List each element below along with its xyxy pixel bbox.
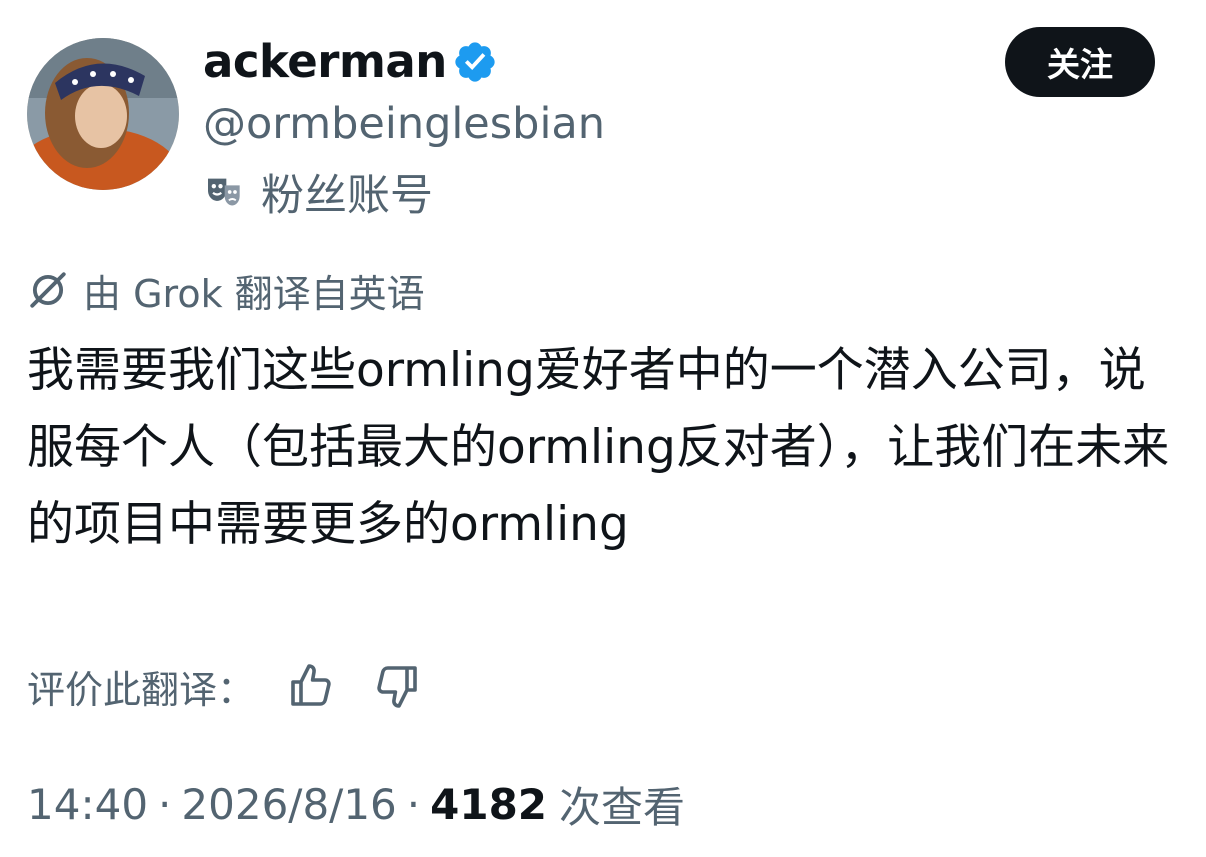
tweet-text: 我需要我们这些ormling爱好者中的一个潜入公司，说服每个人（包括最大的orm… xyxy=(27,343,1170,552)
display-name[interactable]: ackerman xyxy=(203,32,447,92)
views-label: 次查看 xyxy=(559,782,686,832)
rate-translation-label: 评价此翻译： xyxy=(27,667,256,712)
translation-label: 由 Grok 翻译自英语 xyxy=(83,271,425,316)
views-count: 4182 xyxy=(430,779,548,829)
tweet-meta: 14:40 · 2026/8/16 · 4182 次查看 xyxy=(27,774,685,834)
tweet-date[interactable]: 2026/8/16 xyxy=(181,780,396,829)
meta-separator: · xyxy=(406,779,421,829)
fan-account-badge: 粉丝账号 xyxy=(203,163,433,221)
user-handle[interactable]: @ormbeinglesbian xyxy=(203,95,605,153)
grok-icon xyxy=(30,272,66,308)
theater-mask-icon xyxy=(208,178,240,206)
tweet-time[interactable]: 14:40 xyxy=(27,780,148,829)
rate-translation: 评价此翻译： xyxy=(27,658,421,714)
meta-separator: · xyxy=(158,779,172,829)
fan-account-label: 粉丝账号 xyxy=(261,171,433,221)
thumbs-down-icon[interactable] xyxy=(373,662,421,710)
verified-badge-icon xyxy=(455,42,495,82)
avatar[interactable] xyxy=(27,38,179,190)
thumbs-up-icon[interactable] xyxy=(287,662,335,710)
translation-notice[interactable]: 由 Grok 翻译自英语 xyxy=(27,262,425,318)
follow-button[interactable]: 关注 xyxy=(1005,27,1155,97)
